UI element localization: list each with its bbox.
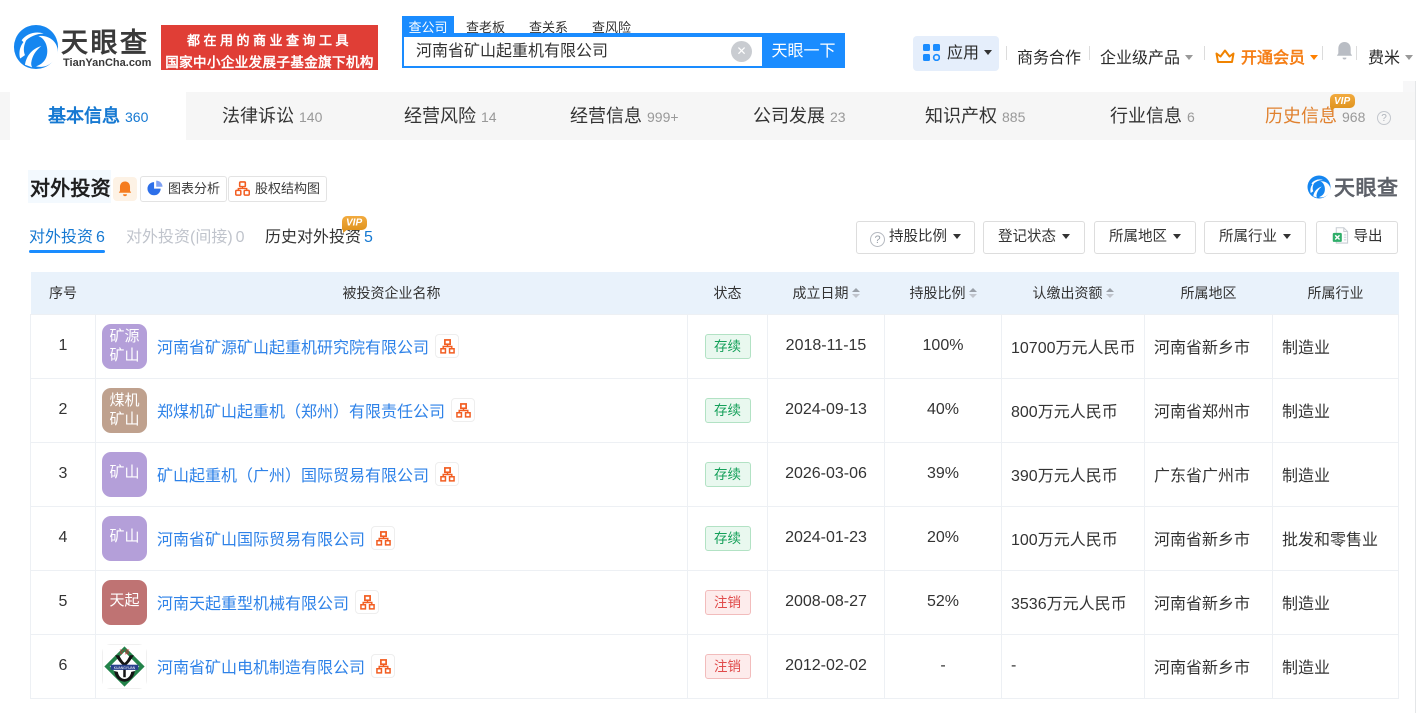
svg-text:KUANGYUAN: KUANGYUAN: [114, 665, 136, 669]
